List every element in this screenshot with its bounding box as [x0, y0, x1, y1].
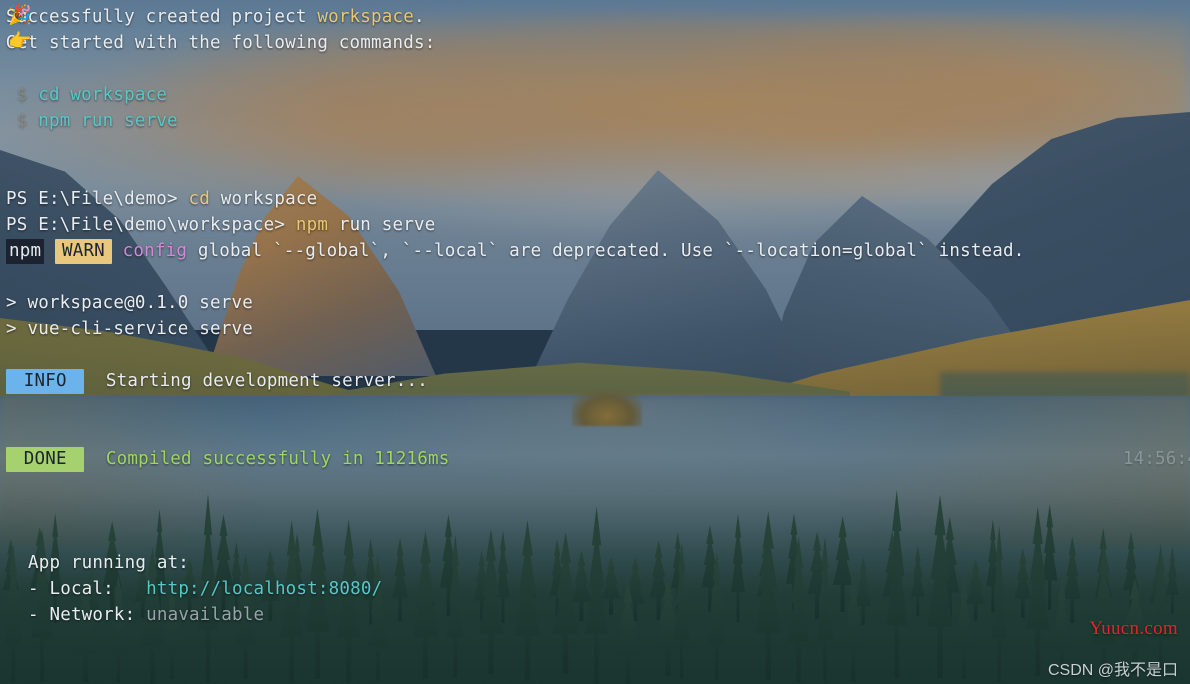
terminal-line-spacer-2 [0, 134, 1190, 160]
terminal-text-segment: Compiled successfully in 11216ms [84, 449, 450, 469]
terminal-line-network-url: - Network: unavailable [0, 602, 1190, 628]
terminal-line-spacer-11 [0, 628, 1190, 654]
terminal-line-hint-serve: $ npm run serve [0, 108, 1190, 134]
terminal-line-ps-cd: PS E:\File\demo> cd workspace [0, 186, 1190, 212]
terminal-text-segment: Starting development server... [84, 371, 428, 391]
terminal-line-spacer-5 [0, 342, 1190, 368]
terminal-text-segment: npm run serve [38, 111, 178, 131]
terminal-text-segment: > workspace@0.1.0 serve [6, 293, 253, 313]
terminal-output[interactable]: 🎉 Successfully created project workspace.… [0, 0, 1190, 684]
terminal-text-segment: run serve [328, 215, 436, 235]
done-badge: DONE [6, 447, 85, 472]
terminal-text-segment: > vue-cli-service serve [6, 319, 253, 339]
terminal-line-created: 🎉 Successfully created project workspace. [0, 4, 1190, 30]
terminal-text-segment: cd workspace [38, 85, 168, 105]
terminal-line-spacer-8 [0, 472, 1190, 498]
terminal-line-spacer-6 [0, 394, 1190, 420]
terminal-line-note-dev: Note that the development build is not o… [0, 680, 1190, 684]
terminal-line-spacer-7 [0, 420, 1190, 446]
terminal-line-spacer-3 [0, 160, 1190, 186]
terminal-line-app-running: App running at: [0, 550, 1190, 576]
terminal-text-segment: workspace [317, 7, 414, 27]
terminal-line-spacer-1 [0, 56, 1190, 82]
terminal-line-spacer-9 [0, 498, 1190, 524]
terminal-line-pkg-serve: > workspace@0.1.0 serve [0, 290, 1190, 316]
party-popper-icon: 🎉 [8, 4, 32, 26]
terminal-text-segment: PS E:\File\demo\workspace> [6, 215, 296, 235]
info-badge: INFO [6, 369, 85, 394]
terminal-text-segment: PS E:\File\demo> [6, 189, 189, 209]
terminal-text-segment: npm [295, 215, 329, 235]
compile-timestamp: 14:56:4 [1122, 449, 1190, 469]
terminal-text-segment: config [122, 241, 188, 261]
terminal-line-spacer-10 [0, 524, 1190, 550]
terminal-line-local-url: - Local: http://localhost:8080/ [0, 576, 1190, 602]
terminal-line-vue-cli-serve: > vue-cli-service serve [0, 316, 1190, 342]
terminal-text-segment: Successfully created project [6, 7, 318, 27]
watermark-author: CSDN @我不是口 [1047, 662, 1178, 679]
terminal-line-info-starting: INFO Starting development server... [0, 368, 1190, 394]
terminal-text-segment: $ [6, 111, 39, 131]
terminal-text-segment: global `--global`, `--local` are depreca… [187, 241, 1025, 261]
terminal-line-npm-warn: npm WARN config global `--global`, `--lo… [0, 238, 1190, 264]
warn-badge: WARN [54, 239, 112, 264]
terminal-text-segment: $ [6, 85, 39, 105]
terminal-text-segment: workspace [210, 189, 318, 209]
terminal-line-spacer-12 [0, 654, 1190, 680]
terminal-text-segment: unavailable [146, 605, 265, 625]
terminal-text-segment: cd [188, 189, 210, 209]
terminal-line-hint-cd: $ cd workspace [0, 82, 1190, 108]
pointing-hand-icon: 👉 [8, 30, 32, 52]
npm-chip: npm [6, 239, 45, 264]
local-url-link[interactable]: http://localhost:8080/ [146, 579, 382, 599]
terminal-text-segment: - Network: [28, 605, 147, 625]
terminal-line-spacer-4 [0, 264, 1190, 290]
terminal-text-segment: - Local: [28, 579, 147, 599]
terminal-text-segment: Get started with the following commands: [6, 33, 436, 53]
terminal-text-segment: App running at: [28, 553, 190, 573]
watermark-site: Yuucn.com [1089, 618, 1178, 639]
terminal-line-done-compiled: DONE Compiled successfully in 11216ms 14:… [0, 446, 1190, 472]
terminal-line-get-started: 👉 Get started with the following commands… [0, 30, 1190, 56]
terminal-line-ps-serve: PS E:\File\demo\workspace> npm run serve [0, 212, 1190, 238]
terminal-text-segment: . [413, 7, 425, 27]
